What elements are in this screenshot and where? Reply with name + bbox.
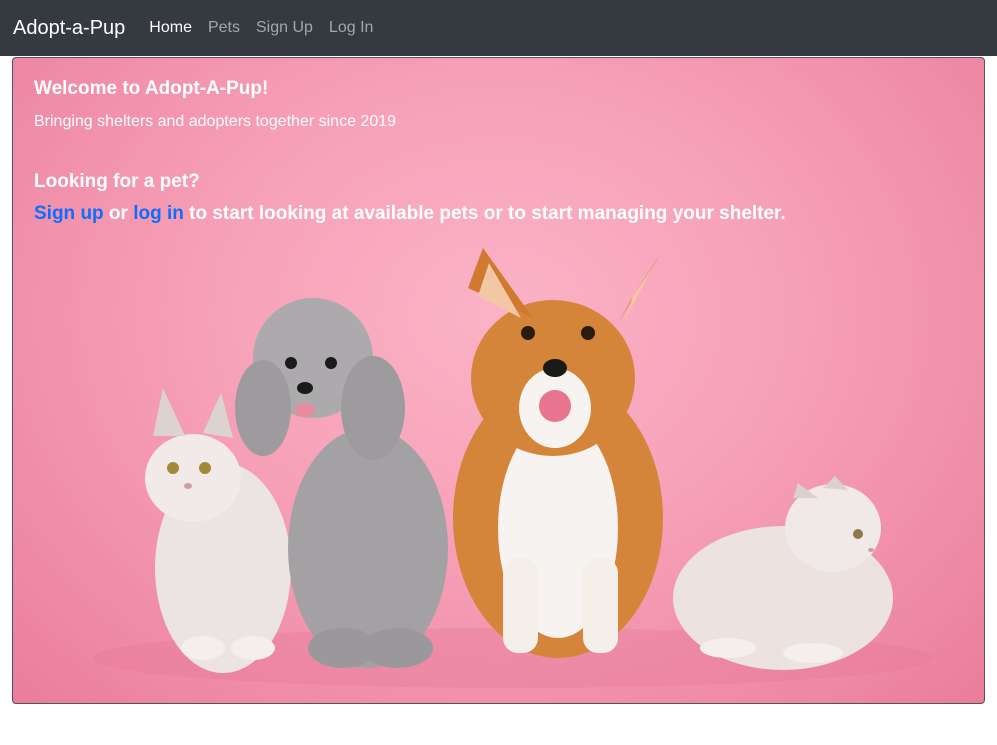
hero-question: Looking for a pet? [34, 171, 200, 192]
hero-title: Welcome to Adopt-A-Pup! [34, 78, 269, 99]
signup-link[interactable]: Sign up [34, 203, 104, 224]
top-navbar: Adopt-a-Pup Home Pets Sign Up Log In [0, 0, 997, 56]
hero-banner: Welcome to Adopt-A-Pup! Bringing shelter… [12, 57, 985, 704]
cta-rest-text: to start looking at available pets or to… [183, 203, 786, 224]
hero-cta: Sign up or log in to start looking at av… [34, 203, 786, 225]
brand-link[interactable]: Adopt-a-Pup [13, 17, 125, 40]
hero-subtitle: Bringing shelters and adopters together … [34, 113, 397, 130]
nav-login-link[interactable]: Log In [329, 19, 373, 37]
cat-right [673, 476, 893, 670]
hero-text: Welcome to Adopt-A-Pup! Bringing shelter… [34, 78, 786, 225]
or-text: or [103, 203, 134, 224]
corgi [453, 248, 663, 658]
nav-home-link[interactable]: Home [149, 19, 192, 37]
nav-signup-link[interactable]: Sign Up [256, 19, 313, 37]
login-link[interactable]: log in [133, 203, 184, 224]
nav-pets-link[interactable]: Pets [208, 19, 240, 37]
